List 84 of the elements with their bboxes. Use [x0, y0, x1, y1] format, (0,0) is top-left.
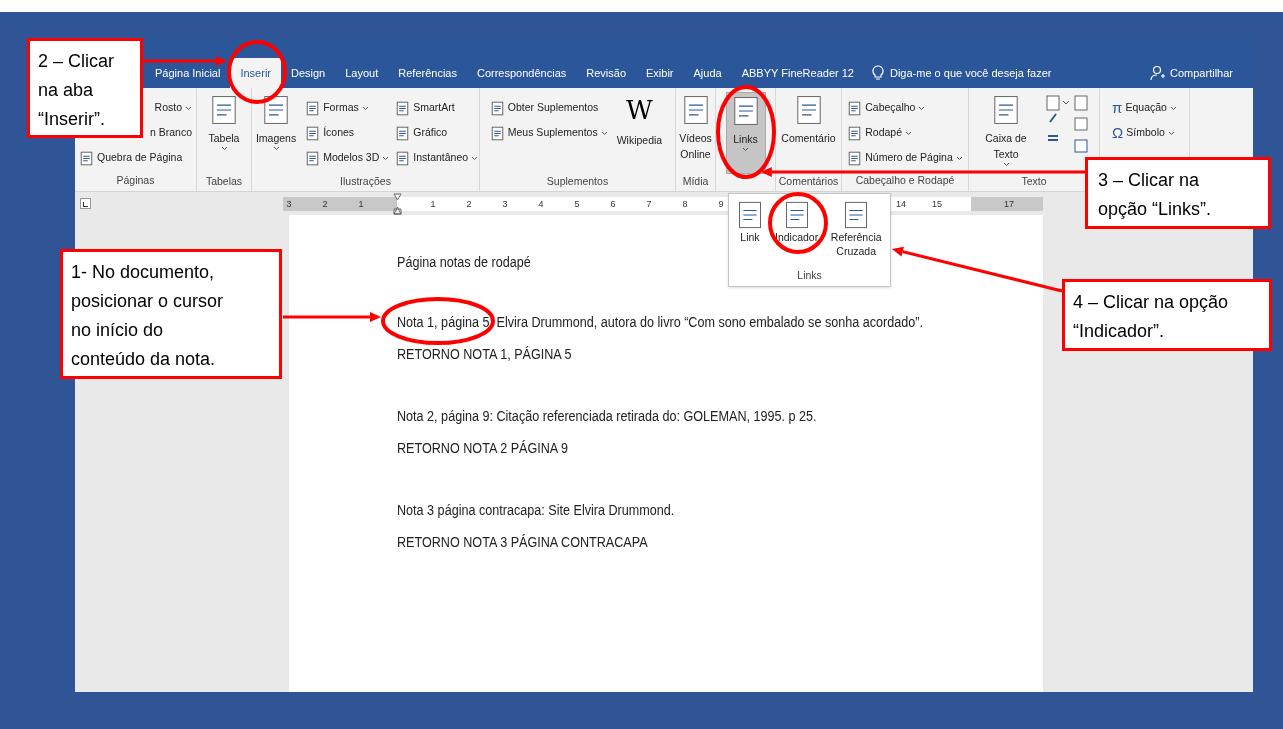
ribbon-button[interactable]: Caixa de Texto	[973, 92, 1039, 174]
ruler-number: 9	[718, 197, 724, 211]
tell-me-search[interactable]: Diga-me o que você deseja fazer	[890, 64, 1052, 82]
person-add-icon	[1150, 65, 1167, 81]
symbol-glyph: Ω	[1112, 122, 1124, 143]
button-label: Imagens	[255, 131, 297, 146]
group-label: Texto	[1020, 174, 1048, 189]
menu-button[interactable]: Indicador	[775, 200, 819, 258]
ribbon-button[interactable]: Modelos 3D	[305, 148, 390, 168]
ribbon-button[interactable]: SmartArt	[395, 98, 479, 118]
ruler-number: 17	[1004, 197, 1014, 211]
ribbon-button[interactable]: Gráfico	[395, 123, 479, 143]
ribbon-button[interactable]: Quebra de Página	[79, 148, 192, 168]
ruler-number: 14	[896, 197, 906, 211]
ruler-number: 8	[682, 197, 688, 211]
lightbulb-icon	[872, 65, 884, 81]
group-label: Mídia	[681, 174, 710, 189]
ruler-number: 1	[358, 197, 364, 211]
tab-selector[interactable]	[80, 198, 91, 209]
instruction-callout: 3 – Clicar na opção “Links”.	[1085, 157, 1271, 229]
document-paragraph: Nota 2, página 9: Citação referenciada retirada do: GOLEMAN, 1995. p 25.	[397, 407, 818, 426]
group-label: Tabelas	[204, 174, 244, 189]
ribbon-button[interactable]: n Branco	[149, 123, 192, 143]
button-label: Tabela	[208, 131, 240, 146]
document-paragraph: Nota 3 página contracapa: Site Elvira Drummond.	[397, 501, 676, 520]
ribbon-button[interactable]: Rodapé	[847, 123, 963, 143]
symbol-glyph: π	[1112, 97, 1123, 118]
ruler-number: 6	[610, 197, 616, 211]
ribbon-button[interactable]: Rosto	[154, 98, 192, 118]
ribbon-tab[interactable]: Referências	[388, 58, 467, 88]
group-label: Páginas	[115, 173, 156, 188]
group-label: Suplementos	[545, 174, 610, 189]
ribbon-button[interactable]: Formas	[305, 98, 390, 118]
wikipedia-logo: W	[626, 94, 653, 127]
ruler-number: 5	[574, 197, 580, 211]
ribbon-button[interactable]: Ícones	[305, 123, 390, 143]
ribbon-button[interactable]: Links	[725, 92, 766, 174]
ribbon-button[interactable]: Cabeçalho	[847, 98, 963, 118]
ribbon-button[interactable]: Tabela	[205, 92, 243, 174]
ribbon-tab[interactable]: Design	[281, 58, 336, 88]
ruler-number: 7	[646, 197, 652, 211]
ribbon-tab[interactable]: Ajuda	[683, 58, 732, 88]
menu-button[interactable]: Link	[735, 200, 765, 258]
ruler-number: 2	[322, 197, 328, 211]
ribbon-tab[interactable]: Inserir	[230, 58, 281, 88]
ruler-number: 1	[430, 197, 436, 211]
ribbon-button[interactable]: Obter Suplementos	[489, 98, 608, 118]
ribbon-button[interactable]: Comentário	[778, 92, 839, 174]
share-button[interactable]: Compartilhar	[1170, 64, 1233, 82]
group-label: Cabeçalho e Rodapé	[854, 173, 956, 188]
ribbon-tab[interactable]: Revisão	[576, 58, 636, 88]
ruler-number: 2	[466, 197, 472, 211]
ribbon-tab[interactable]: Layout	[335, 58, 389, 88]
menu-button[interactable]: Referência Cruzada	[828, 200, 885, 258]
ribbon-tab[interactable]: Exibir	[636, 58, 684, 88]
instruction-callout: 1- No documento, posicionar o cursor no início do conteúdo da nota.	[60, 249, 282, 379]
ribbon-tab[interactable]: ABBYY FineReader 12	[731, 58, 864, 88]
ribbon-button[interactable]: Número de Página	[847, 148, 963, 168]
ribbon-button[interactable]: π Equação	[1112, 98, 1177, 118]
group-label: Comentários	[777, 174, 840, 189]
ribbon-tab[interactable]: Correspondências	[467, 58, 577, 88]
instruction-callout: 2 – Clicar na aba “Inserir”.	[27, 38, 143, 138]
highlight-ellipse	[768, 192, 828, 254]
ribbon-button[interactable]: Instantâneo	[395, 148, 479, 168]
ribbon-button[interactable]: Meus Suplementos	[489, 123, 608, 143]
highlight-ellipse	[227, 40, 287, 104]
group-label: Links	[796, 268, 823, 283]
button-label: Vídeos Online	[678, 131, 713, 162]
document-paragraph: RETORNO NOTA 2 PÁGINA 9	[397, 439, 570, 458]
button-label: Wikipedia	[616, 133, 663, 148]
button-label: Caixa de Texto	[984, 131, 1028, 162]
group-label: Ilustrações	[339, 174, 392, 189]
ribbon-button[interactable]: Imagens	[252, 92, 300, 174]
button-label: Comentário	[781, 131, 836, 146]
document-paragraph: RETORNO NOTA 3 PÁGINA CONTRACAPA	[397, 533, 649, 552]
ribbon-button[interactable]: Ω Símbolo	[1112, 123, 1177, 143]
ruler-number: 15	[932, 197, 942, 211]
ruler-number: 3	[286, 197, 292, 211]
document-paragraph: RETORNO NOTA 1, PÁGINA 5	[397, 345, 573, 364]
button-label: Links	[733, 132, 758, 147]
instruction-callout: 4 – Clicar na opção “Indicador”.	[1062, 279, 1272, 351]
ribbon-tab[interactable]: Página Inicial	[145, 58, 231, 88]
ruler-number: 3	[502, 197, 508, 211]
ruler-number: 4	[538, 197, 544, 211]
